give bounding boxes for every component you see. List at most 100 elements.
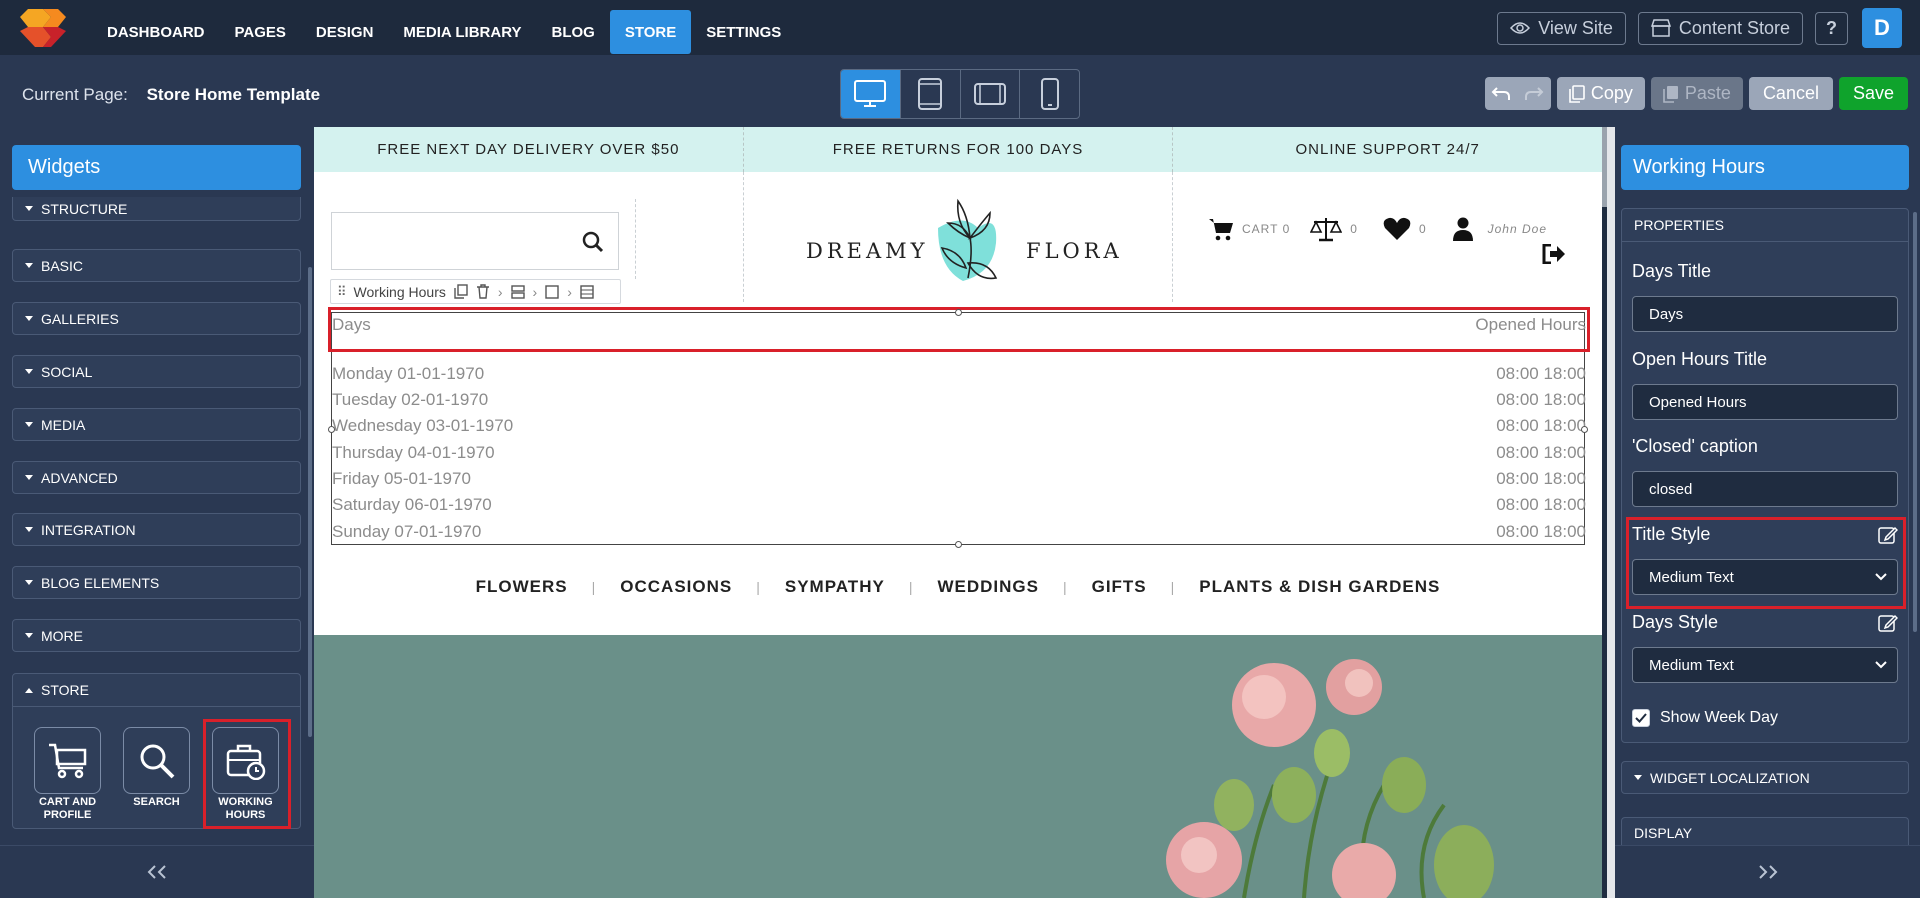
avatar[interactable]: D <box>1862 8 1902 48</box>
working-hours-widget[interactable]: Days Opened Hours Monday 01-01-1970 08:00… <box>328 307 1590 548</box>
show-week-day-option[interactable]: Show Week Day <box>1632 709 1778 727</box>
store-icon <box>1650 19 1671 37</box>
paste-button[interactable]: Paste <box>1650 77 1743 110</box>
resize-handle-left[interactable] <box>328 426 335 433</box>
mobile-view-button[interactable] <box>1020 70 1079 118</box>
site-search-input[interactable] <box>331 212 619 270</box>
header-divider <box>635 199 636 279</box>
promo-delivery: FREE NEXT DAY DELIVERY OVER $50 <box>314 127 744 172</box>
tablet-landscape-button[interactable] <box>961 70 1021 118</box>
promo-bar: FREE NEXT DAY DELIVERY OVER $50 FREE RET… <box>314 127 1602 172</box>
desktop-view-button[interactable] <box>841 70 901 118</box>
resize-handle-bottom[interactable] <box>955 541 962 548</box>
compare-count: 0 <box>1350 222 1357 236</box>
category-advanced[interactable]: ADVANCED <box>12 461 301 494</box>
cart-label[interactable]: CART 0 <box>1242 222 1290 236</box>
search-icon[interactable] <box>582 231 604 253</box>
cancel-button[interactable]: Cancel <box>1748 77 1833 110</box>
drag-handle-icon[interactable]: ⠿ <box>337 284 346 300</box>
nav-blog[interactable]: BLOG <box>536 10 609 54</box>
widget-localization-section[interactable]: WIDGET LOCALIZATION <box>1621 761 1909 794</box>
tablet-portrait-button[interactable] <box>901 70 961 118</box>
caret-up-icon <box>25 687 33 693</box>
help-button[interactable]: ? <box>1815 11 1848 45</box>
widget-cart-and-profile[interactable]: CART AND PROFILE <box>34 727 101 822</box>
menu-item-sympathy[interactable]: SYMPATHY <box>785 577 885 597</box>
save-button[interactable]: Save <box>1838 77 1908 110</box>
nav-design[interactable]: DESIGN <box>301 10 389 54</box>
collapse-right-panel-button[interactable] <box>1615 845 1920 898</box>
section-icon[interactable] <box>580 284 594 299</box>
properties-header[interactable]: PROPERTIES <box>1622 209 1908 242</box>
logo-icon[interactable] <box>20 7 66 47</box>
current-page-label: Current Page: <box>22 85 128 104</box>
widget-search[interactable]: SEARCH <box>123 727 190 809</box>
trash-icon[interactable] <box>476 284 490 299</box>
show-week-day-checkbox[interactable] <box>1632 709 1650 727</box>
nav-pages[interactable]: PAGES <box>220 10 301 54</box>
box-icon[interactable] <box>545 284 559 299</box>
resize-handle-top[interactable] <box>955 309 962 316</box>
nav-settings[interactable]: SETTINGS <box>691 10 796 54</box>
site-logo[interactable]: DREAMY FLORA <box>806 193 1119 293</box>
day-row: Tuesday 02-01-1970 08:00 18:00 <box>332 390 1586 410</box>
top-right-actions: View Site Content Store ? D <box>1497 8 1920 48</box>
category-blog-elements[interactable]: BLOG ELEMENTS <box>12 566 301 599</box>
view-site-button[interactable]: View Site <box>1497 11 1626 45</box>
collapse-left-panel-button[interactable] <box>0 845 314 898</box>
menu-item-plants-dish-gardens[interactable]: PLANTS & DISH GARDENS <box>1199 577 1440 597</box>
user-icon[interactable] <box>1452 217 1474 241</box>
display-section[interactable]: DISPLAY <box>1621 817 1909 847</box>
menu-item-weddings[interactable]: WEDDINGS <box>937 577 1039 597</box>
open-hours-title-input[interactable]: Opened Hours <box>1632 384 1898 420</box>
nav-store[interactable]: STORE <box>609 10 692 54</box>
caret-down-icon <box>25 527 33 532</box>
properties-panel: Working Hours PROPERTIES Days Title Days… <box>1615 127 1920 898</box>
days-style-select[interactable]: Medium Text <box>1632 647 1898 683</box>
layout-rows-icon[interactable] <box>510 284 525 299</box>
right-panel-scrollbar[interactable] <box>1913 212 1917 632</box>
undo-button[interactable] <box>1485 77 1518 110</box>
category-label: ADVANCED <box>41 469 118 486</box>
menu-item-occasions[interactable]: OCCASIONS <box>620 577 732 597</box>
top-bar: DASHBOARD PAGES DESIGN MEDIA LIBRARY BLO… <box>0 0 1920 55</box>
compare-scale-icon[interactable] <box>1310 216 1343 242</box>
header-icons: CART 0 0 0 John Doe <box>1208 216 1547 242</box>
edit-icon[interactable] <box>1878 613 1898 633</box>
category-integration[interactable]: INTEGRATION <box>12 513 301 546</box>
cart-icon[interactable] <box>1208 217 1234 241</box>
menu-item-flowers[interactable]: FLOWERS <box>476 577 568 597</box>
days-title-input[interactable]: Days <box>1632 296 1898 332</box>
category-galleries[interactable]: GALLERIES <box>12 302 301 335</box>
nav-dashboard[interactable]: DASHBOARD <box>92 10 220 54</box>
page-canvas: FREE NEXT DAY DELIVERY OVER $50 FREE RET… <box>314 127 1602 898</box>
nav-media-library[interactable]: MEDIA LIBRARY <box>388 10 536 54</box>
redo-button[interactable] <box>1518 77 1551 110</box>
caret-down-icon <box>25 475 33 480</box>
eye-icon <box>1510 22 1531 34</box>
widget-label: CART AND PROFILE <box>38 796 97 821</box>
logout-icon[interactable] <box>1542 244 1566 264</box>
copy-button[interactable]: Copy <box>1556 77 1645 110</box>
editor-actions: Copy Paste Cancel Save <box>1484 77 1908 110</box>
category-structure[interactable]: STRUCTURE <box>12 197 301 221</box>
resize-handle-right[interactable] <box>1581 426 1588 433</box>
brand-left-word: DREAMY <box>806 239 929 263</box>
search-icon <box>123 727 190 794</box>
heart-icon[interactable] <box>1383 217 1411 241</box>
category-media[interactable]: MEDIA <box>12 408 301 441</box>
menu-item-gifts[interactable]: GIFTS <box>1092 577 1147 597</box>
duplicate-icon[interactable] <box>454 284 468 299</box>
category-basic[interactable]: BASIC <box>12 249 301 282</box>
left-panel-scrollbar[interactable] <box>308 267 312 737</box>
content-store-button[interactable]: Content Store <box>1637 11 1803 45</box>
title-style-highlight <box>1626 517 1906 609</box>
category-social[interactable]: SOCIAL <box>12 355 301 388</box>
mobile-icon <box>1040 78 1059 110</box>
closed-caption-input[interactable]: closed <box>1632 471 1898 507</box>
store-header[interactable]: STORE <box>13 674 300 707</box>
category-label: BLOG ELEMENTS <box>41 574 160 591</box>
day-hours: 08:00 18:00 <box>1496 495 1586 514</box>
user-name[interactable]: John Doe <box>1488 222 1547 236</box>
category-more[interactable]: MORE <box>12 619 301 652</box>
